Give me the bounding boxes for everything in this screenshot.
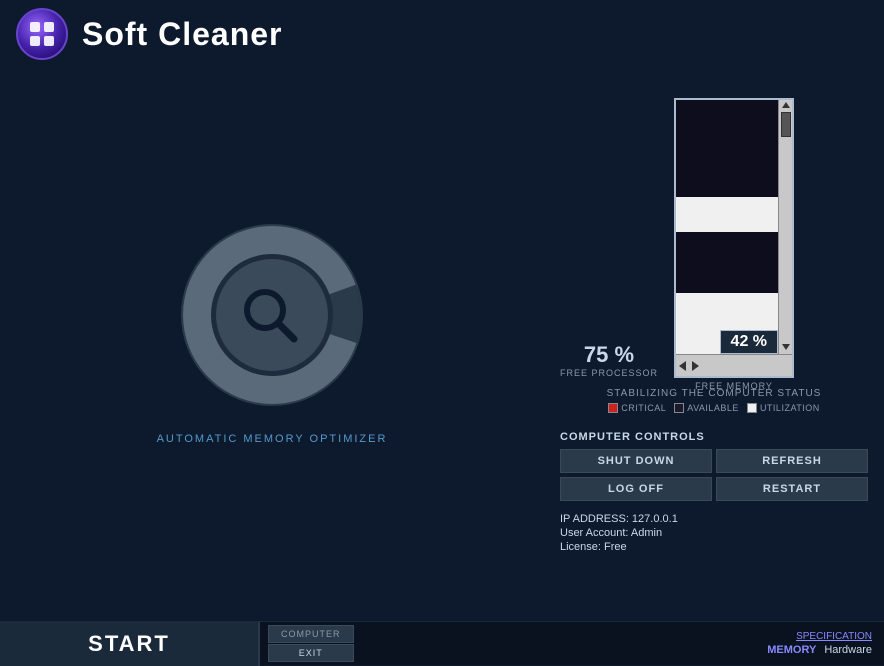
legend-critical-label: CRITICAL bbox=[621, 403, 666, 413]
refresh-button[interactable]: REFRESH bbox=[716, 449, 868, 473]
bottom-center-buttons: COMPUTER EXIT bbox=[260, 621, 362, 666]
memory-chart-box: 42 % bbox=[674, 98, 794, 378]
chart-seg-2 bbox=[676, 197, 778, 233]
shut-down-button[interactable]: SHUT DOWN bbox=[560, 449, 712, 473]
main-content: AUTOMATIC MEMORY OPTIMIZER 75 % FREE PRO… bbox=[0, 68, 884, 621]
legend-available-box bbox=[674, 403, 684, 413]
info-section: IP ADDRESS: 127.0.0.1 User Account: Admi… bbox=[560, 513, 868, 555]
left-panel: AUTOMATIC MEMORY OPTIMIZER bbox=[0, 68, 544, 621]
controls-section: COMPUTER CONTROLS SHUT DOWN REFRESH LOG … bbox=[560, 431, 868, 501]
header: Soft Cleaner bbox=[0, 0, 884, 68]
bottom-bar: START COMPUTER EXIT SPECIFICATION MEMORY… bbox=[0, 621, 884, 665]
legend-critical: CRITICAL bbox=[608, 403, 666, 413]
legend-available: AVAILABLE bbox=[674, 403, 739, 413]
start-button[interactable]: START bbox=[0, 622, 260, 666]
optimizer-label: AUTOMATIC MEMORY OPTIMIZER bbox=[157, 433, 388, 445]
controls-title: COMPUTER CONTROLS bbox=[560, 431, 868, 443]
scroll-right-arrow bbox=[692, 361, 699, 371]
memory-chart: 42 % FREE MEMORY bbox=[674, 98, 794, 378]
bottom-tabs: MEMORY Hardware bbox=[767, 644, 872, 656]
ip-address: IP ADDRESS: 127.0.0.1 bbox=[560, 513, 868, 525]
scroll-down-arrow bbox=[782, 344, 790, 350]
processor-metric: 75 % FREE PROCESSOR bbox=[560, 342, 658, 378]
optimizer-circle bbox=[172, 215, 372, 415]
stabilizing-section: STABILIZING THE COMPUTER STATUS CRITICAL… bbox=[560, 388, 868, 421]
legend-critical-box bbox=[608, 403, 618, 413]
scroll-thumb bbox=[781, 112, 791, 137]
metrics-wrapper: 75 % FREE PROCESSOR bbox=[560, 98, 868, 378]
memory-label: FREE MEMORY bbox=[674, 381, 794, 391]
scroll-up-arrow bbox=[782, 102, 790, 108]
exit-button[interactable]: EXIT bbox=[268, 644, 354, 662]
chart-seg-3 bbox=[676, 232, 778, 293]
processor-label: FREE PROCESSOR bbox=[560, 368, 658, 378]
legend-utilization-label: UTILIZATION bbox=[760, 403, 820, 413]
chart-seg-1 bbox=[676, 100, 778, 197]
computer-button[interactable]: COMPUTER bbox=[268, 625, 354, 643]
processor-value: 75 % bbox=[584, 342, 634, 368]
app-logo bbox=[16, 8, 68, 60]
chart-hscrollbar[interactable] bbox=[676, 354, 792, 376]
chart-area bbox=[676, 100, 778, 354]
scroll-left-arrow bbox=[679, 361, 686, 371]
license-info: License: Free bbox=[560, 541, 868, 553]
tab-memory[interactable]: MEMORY bbox=[767, 644, 816, 656]
right-panel: 75 % FREE PROCESSOR bbox=[544, 68, 884, 621]
user-account: User Account: Admin bbox=[560, 527, 868, 539]
legend-utilization-box bbox=[747, 403, 757, 413]
controls-grid: SHUT DOWN REFRESH LOG OFF RESTART bbox=[560, 449, 868, 501]
restart-button[interactable]: RESTART bbox=[716, 477, 868, 501]
chart-scrollbar[interactable] bbox=[778, 100, 792, 354]
bottom-right: SPECIFICATION MEMORY Hardware bbox=[755, 627, 884, 660]
memory-value-badge: 42 % bbox=[720, 330, 778, 354]
tab-hardware[interactable]: Hardware bbox=[824, 644, 872, 656]
log-off-button[interactable]: LOG OFF bbox=[560, 477, 712, 501]
legend-available-label: AVAILABLE bbox=[687, 403, 739, 413]
legend-row: CRITICAL AVAILABLE UTILIZATION bbox=[560, 403, 868, 413]
memory-value: 42 % bbox=[731, 333, 767, 350]
specification-link[interactable]: SPECIFICATION bbox=[796, 631, 872, 642]
legend-utilization: UTILIZATION bbox=[747, 403, 820, 413]
app-title: Soft Cleaner bbox=[82, 16, 282, 53]
